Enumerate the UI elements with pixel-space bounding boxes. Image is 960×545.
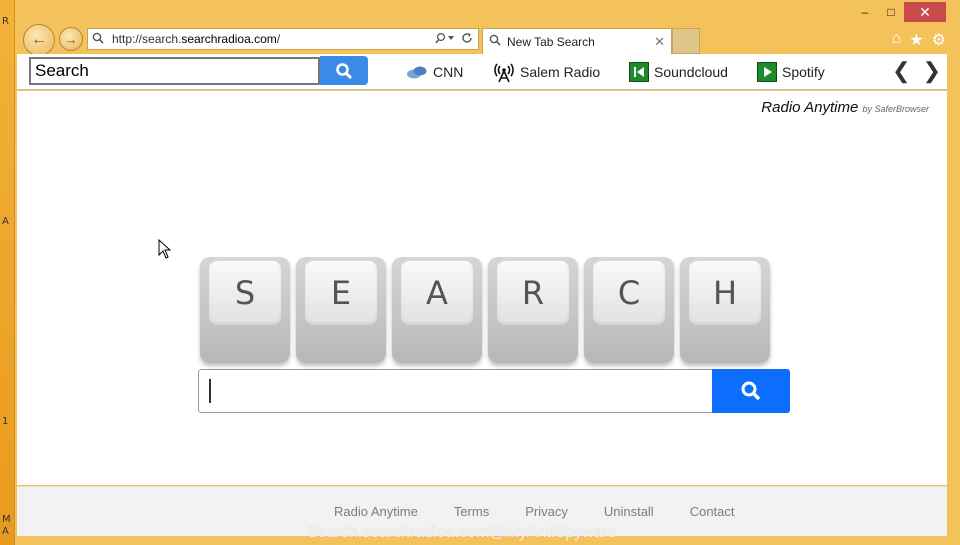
search-icon [336, 62, 353, 79]
desktop-letter: A [2, 216, 9, 227]
toolbar-search-button[interactable] [320, 56, 368, 85]
main-search-input[interactable] [198, 369, 713, 413]
desktop-letter: 1 [2, 416, 9, 427]
main-search-button[interactable] [712, 369, 790, 413]
close-button[interactable]: ✕ [904, 2, 946, 22]
arrow-left-icon: ← [31, 31, 47, 48]
arrow-right-icon: → [64, 31, 78, 47]
gear-icon[interactable]: ⚙ [932, 30, 946, 50]
brand-byline: by SaferBrowser [862, 104, 929, 114]
desktop-letter: R [2, 16, 9, 27]
desktop-letter: M [2, 514, 11, 525]
search-icon [741, 381, 761, 401]
desktop-letter: A [2, 526, 9, 537]
refresh-icon[interactable] [461, 32, 473, 47]
footer: Radio Anytime Terms Privacy Uninstall Co… [17, 486, 947, 541]
keyboard-key: S [200, 257, 290, 363]
browser-window: – □ ✕ ← → http://search.searchradioa.com… [14, 0, 960, 545]
cloud-icon [406, 65, 428, 79]
close-tab-icon[interactable]: ✕ [654, 34, 665, 50]
new-tab-button[interactable] [672, 28, 700, 54]
bookmark-spotify[interactable]: Spotify [757, 54, 825, 90]
footer-links: Radio Anytime Terms Privacy Uninstall Co… [334, 504, 735, 519]
keyboard-key: A [392, 257, 482, 363]
search-toolbar: CNN Salem Radio Soundcloud Spotify ❮ ❯ [17, 54, 947, 90]
desktop-edge: R A 1 M A [0, 0, 14, 545]
window-controls: – □ ✕ [852, 2, 946, 22]
keyboard-key: H [680, 257, 770, 363]
search-icon [489, 34, 501, 49]
footer-link-privacy[interactable]: Privacy [525, 504, 568, 519]
tab-new-tab-search[interactable]: New Tab Search ✕ [482, 28, 672, 54]
toolbar-scroll-arrows: ❮ ❯ [892, 60, 941, 82]
home-icon[interactable]: ⌂ [892, 30, 902, 50]
search-dropdown-icon[interactable] [435, 32, 455, 47]
page-content: Radio Anytime by SaferBrowser S E A R C … [17, 91, 947, 485]
bookmark-label: CNN [433, 64, 464, 80]
favorites-star-icon[interactable]: ★ [909, 30, 923, 50]
antenna-icon [493, 61, 515, 83]
back-button[interactable]: ← [23, 24, 55, 56]
address-tools [435, 32, 478, 47]
bookmark-label: Salem Radio [520, 64, 601, 80]
forward-button[interactable]: → [59, 27, 83, 51]
toolbar-search-input[interactable] [29, 57, 320, 85]
watermark-text: Search.searchradioa.com@MyAntiSpyware [307, 524, 617, 541]
play-icon [757, 62, 777, 82]
url-text: http://search.searchradioa.com/ [112, 32, 281, 46]
maximize-button[interactable]: □ [878, 2, 904, 22]
bookmark-cnn[interactable]: CNN [406, 54, 463, 90]
brand-logo[interactable]: Radio Anytime by SaferBrowser [761, 99, 929, 116]
skip-back-icon [629, 62, 649, 82]
footer-link-radio-anytime[interactable]: Radio Anytime [334, 504, 418, 519]
brand-name: Radio Anytime [761, 99, 859, 116]
footer-link-terms[interactable]: Terms [454, 504, 489, 519]
bookmark-salem-radio[interactable]: Salem Radio [493, 54, 600, 90]
keyboard-key: C [584, 257, 674, 363]
keyboard-key: E [296, 257, 386, 363]
browser-actions: ⌂ ★ ⚙ [892, 30, 946, 50]
search-keys-logo: S E A R C H [200, 257, 770, 363]
bookmark-label: Spotify [782, 64, 825, 80]
mouse-cursor-icon [158, 239, 172, 259]
chevron-right-icon[interactable]: ❯ [923, 60, 941, 82]
text-caret [209, 379, 211, 403]
bookmark-soundcloud[interactable]: Soundcloud [629, 54, 728, 90]
address-bar[interactable]: http://search.searchradioa.com/ [87, 28, 479, 50]
footer-link-contact[interactable]: Contact [690, 504, 735, 519]
chevron-left-icon[interactable]: ❮ [892, 60, 910, 82]
bookmark-label: Soundcloud [654, 64, 728, 80]
keyboard-key: R [488, 257, 578, 363]
minimize-button[interactable]: – [852, 2, 878, 22]
search-icon [92, 32, 106, 47]
footer-link-uninstall[interactable]: Uninstall [604, 504, 654, 519]
tab-label: New Tab Search [507, 34, 595, 49]
